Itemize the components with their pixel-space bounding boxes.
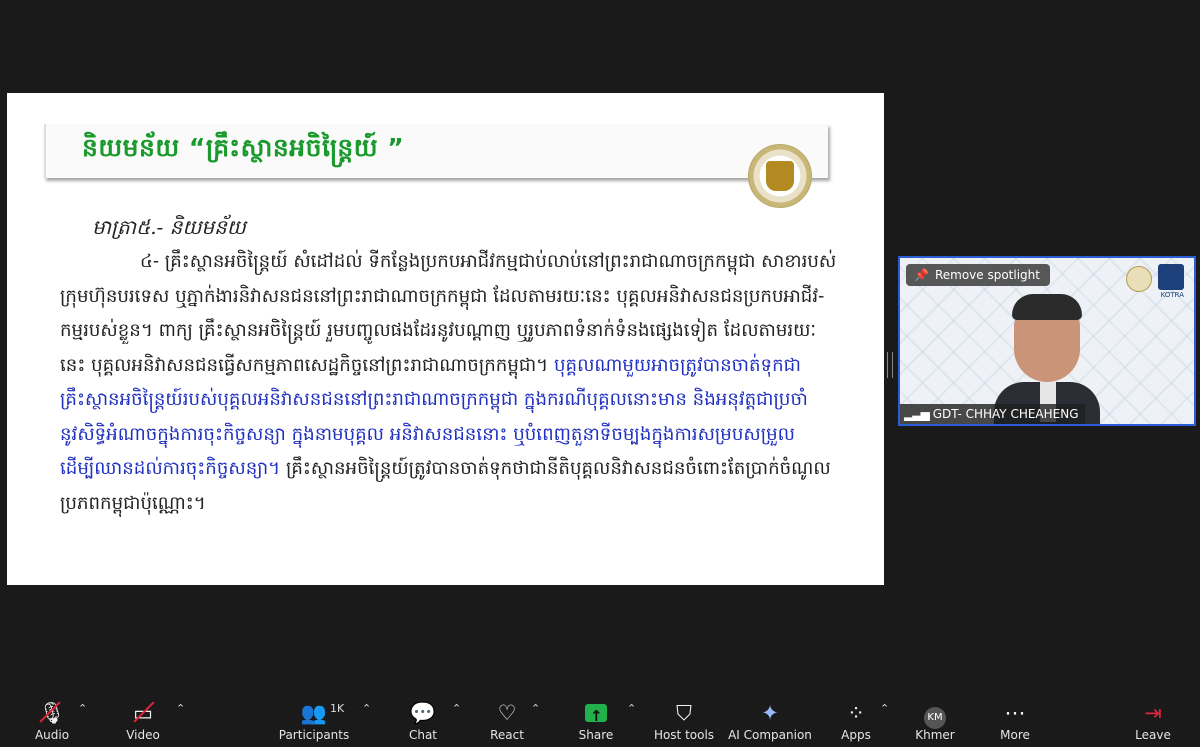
chat-options-caret-icon[interactable]: ⌃	[452, 702, 461, 715]
leave-button[interactable]: ⇥ Leave	[1130, 690, 1176, 747]
microphone-muted-icon: 🎙	[39, 698, 66, 728]
react-button[interactable]: ♡ React	[482, 690, 532, 747]
gdt-logo-icon	[1126, 266, 1152, 292]
more-label: More	[1000, 728, 1030, 742]
more-button[interactable]: ⋯ More	[992, 690, 1038, 747]
participants-label: Participants	[278, 728, 350, 742]
leave-icon: ⇥	[1144, 701, 1162, 725]
remove-spotlight-label: Remove spotlight	[934, 268, 1040, 282]
body-line-4: នេះ បុគ្គលអនិវាសនជនធ្វើសកម្មភាពសេដ្ឋកិច្…	[60, 354, 549, 376]
participant-name-tag: ▂▃▅ GDT- CHHAY CHEAHENG	[900, 404, 1085, 424]
body-highlight-2: គ្រឹះស្ថានអចិន្ត្រៃយ៍របស់បុគ្គលអនិវាសនជន…	[60, 389, 808, 410]
react-label: React	[490, 728, 524, 742]
participants-count: 1K	[330, 702, 345, 715]
pin-icon: 📌	[914, 268, 929, 282]
heart-icon: ♡	[497, 701, 517, 725]
sparkle-icon: ✦	[761, 701, 779, 725]
chat-button[interactable]: 💬 Chat	[398, 690, 448, 747]
slide-title-bar: និយមន័យ “គ្រឹះស្ថានអចិន្ត្រៃយ៍ ”	[44, 124, 828, 208]
slide-subtitle: មាត្រា៥.- និយមន័យ	[92, 215, 246, 239]
language-label: Khmer	[915, 728, 955, 742]
video-button[interactable]: ▭ Video	[113, 690, 173, 747]
resize-handle[interactable]	[887, 352, 893, 378]
signal-bars-icon: ▂▃▅	[904, 407, 930, 421]
body-line-1: ៤- គ្រឹះស្ថានអចិន្ត្រៃយ៍ សំដៅដល់ ទីកន្លែ…	[140, 251, 837, 272]
apps-icon: ⁘	[847, 701, 865, 725]
participant-name: GDT- CHHAY CHEAHENG	[932, 407, 1079, 421]
participants-options-caret-icon[interactable]: ⌃	[362, 702, 371, 715]
slide-title: និយមន័យ “គ្រឹះស្ថានអចិន្ត្រៃយ៍ ”	[82, 133, 405, 162]
host-tools-button[interactable]: ⛉ Host tools	[652, 690, 716, 747]
body-highlight-1: បុគ្គលណាមួយអាចត្រូវបានចាត់ទុកជា	[553, 354, 801, 376]
body-line-3: កម្មរបស់ខ្លួន។ ពាក្យ គ្រឹះស្ថានអចិន្ត្រៃ…	[60, 320, 817, 341]
language-button[interactable]: KM Khmer	[910, 690, 960, 747]
apps-button[interactable]: ⁘ Apps	[832, 690, 880, 747]
ai-companion-label: AI Companion	[728, 728, 812, 742]
body-line-10: ប្រភពកម្ពុជាប៉ុណ្ណោះ។	[60, 492, 206, 514]
share-screen-icon	[585, 701, 607, 731]
ai-companion-button[interactable]: ✦ AI Companion	[728, 690, 812, 747]
body-highlight-3: នូវសិទ្ធិអំណាចក្នុងការចុះកិច្ចសន្យា ក្នុ…	[60, 423, 795, 445]
chat-icon: 💬	[409, 701, 437, 725]
audio-options-caret-icon[interactable]: ⌃	[78, 702, 87, 715]
body-line-9: គ្រឹះស្ថានអចិន្ត្រៃយ៍ត្រូវបានចាត់ទុកថាជា…	[285, 458, 831, 479]
remove-spotlight-button[interactable]: 📌 Remove spotlight	[906, 264, 1050, 286]
host-tools-label: Host tools	[653, 728, 715, 742]
apps-options-caret-icon[interactable]: ⌃	[880, 702, 889, 715]
leave-label: Leave	[1135, 728, 1171, 742]
camera-off-icon: ▭	[133, 698, 153, 728]
body-line-2: ក្រុមហ៊ុនបរទេស ឬភ្នាក់ងារនិវាសនជននៅព្រះរ…	[60, 285, 825, 307]
shared-screen-slide: និយមន័យ “គ្រឹះស្ថានអចិន្ត្រៃយ៍ ” មាត្រា៥…	[7, 93, 884, 585]
participant-video-tile[interactable]: KOTRA 📌 Remove spotlight ▂▃▅ GDT- CHHAY CH…	[898, 256, 1196, 426]
body-highlight-4: ដើម្បីឈានដល់ការចុះកិច្ចសន្យា។	[60, 458, 281, 479]
react-options-caret-icon[interactable]: ⌃	[531, 702, 540, 715]
kotra-logo-label: KOTRA	[1160, 291, 1184, 299]
audio-label: Audio	[34, 728, 70, 742]
chat-label: Chat	[408, 728, 438, 742]
share-button[interactable]: Share	[571, 690, 621, 747]
language-avatar: KM	[924, 707, 946, 729]
apps-label: Apps	[841, 728, 871, 742]
slide-body: ៤- គ្រឹះស្ថានអចិន្ត្រៃយ៍ សំដៅដល់ ទីកន្លែ…	[60, 245, 863, 521]
kotra-logo-icon	[1158, 264, 1184, 290]
shield-icon: ⛉	[676, 701, 692, 725]
more-icon: ⋯	[1004, 701, 1026, 725]
video-options-caret-icon[interactable]: ⌃	[176, 702, 185, 715]
audio-button[interactable]: 🎙 Audio	[22, 690, 82, 747]
video-label: Video	[126, 728, 160, 742]
participants-button[interactable]: 👥 Participants	[276, 690, 352, 747]
meeting-toolbar: 🎙 Audio ⌃ ▭ Video ⌃ 👥 Participants 1K ⌃ …	[0, 690, 1200, 747]
share-options-caret-icon[interactable]: ⌃	[627, 702, 636, 715]
gdt-seal-icon	[748, 144, 812, 208]
